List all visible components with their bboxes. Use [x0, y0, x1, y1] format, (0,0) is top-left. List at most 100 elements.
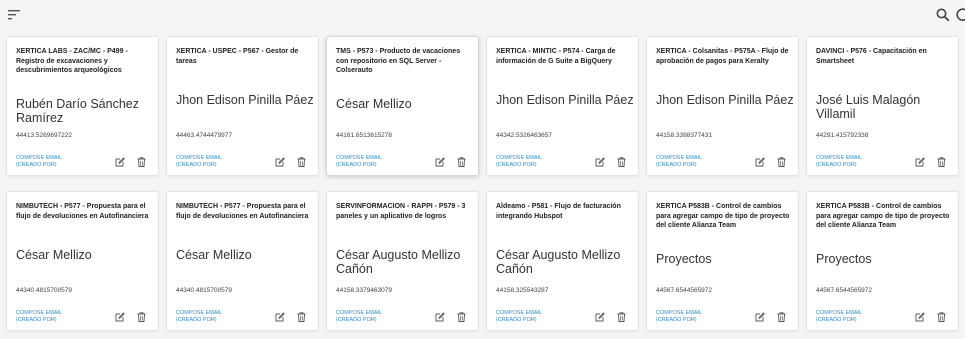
refresh-icon[interactable] — [956, 8, 965, 22]
compose-email-label: Compose Email — [176, 155, 223, 161]
compose-email-label: Compose Email — [336, 310, 383, 316]
delete-icon[interactable] — [777, 157, 786, 167]
card-id: 44413.5269697222 — [16, 132, 73, 139]
card-id: 44158.3398377431 — [656, 132, 713, 139]
card-owner-name: César Mellizo — [16, 248, 92, 262]
project-card[interactable]: XERTICA P583B - Control de cambios para … — [646, 191, 799, 331]
creado-por-label: (Creado por) — [656, 317, 697, 323]
card-owner-name: Proyectos — [656, 252, 712, 266]
project-card[interactable]: XERTICA - USPEC - P567 - Gestor de tarea… — [166, 36, 319, 176]
edit-icon[interactable] — [275, 157, 285, 167]
card-id: 44161.6513615278 — [336, 132, 393, 139]
card-title: XERTICA LABS - ZAC/MC - P499 - Registro … — [16, 48, 128, 74]
edit-icon[interactable] — [595, 157, 605, 167]
compose-email-label: Compose Email — [816, 155, 863, 161]
creado-por-label: (Creado por) — [16, 162, 57, 168]
edit-icon[interactable] — [115, 312, 125, 322]
delete-icon[interactable] — [457, 157, 466, 167]
compose-email-link[interactable]: Compose Email (Creado por) — [816, 155, 862, 169]
edit-icon[interactable] — [435, 312, 445, 322]
compose-email-link[interactable]: Compose Email (Creado por) — [656, 155, 702, 169]
card-owner-name: Jhon Edison Pinilla Páez — [656, 93, 794, 107]
project-card[interactable]: Aldeamo - P581 - Flujo de facturación in… — [486, 191, 639, 331]
delete-icon[interactable] — [937, 312, 946, 322]
compose-email-label: Compose Email — [496, 155, 543, 161]
project-card[interactable]: TMS - P573 - Producto de vacaciones con … — [326, 36, 479, 176]
compose-email-label: Compose Email — [16, 310, 63, 316]
card-owner-name: Proyectos — [816, 252, 872, 266]
delete-icon[interactable] — [777, 312, 786, 322]
compose-email-label: Compose Email — [656, 310, 703, 316]
project-card[interactable]: SERVINFORMACION - RAPPI - P579 - 3 panel… — [326, 191, 479, 331]
compose-email-label: Compose Email — [656, 155, 703, 161]
compose-email-link[interactable]: Compose Email (Creado por) — [336, 155, 382, 169]
card-owner-name: César Augusto Mellizo Cañón — [336, 248, 461, 276]
card-id: 44340.4815700579 — [16, 287, 73, 294]
creado-por-label: (Creado por) — [816, 162, 857, 168]
card-title: XERTICA - Colsanitas - P575A - Flujo de … — [656, 48, 789, 65]
card-id: 44340.4815700579 — [176, 287, 233, 294]
edit-icon[interactable] — [115, 157, 125, 167]
project-card[interactable]: XERTICA LABS - ZAC/MC - P499 - Registro … — [6, 36, 159, 176]
compose-email-label: Compose Email — [16, 155, 63, 161]
creado-por-label: (Creado por) — [496, 162, 537, 168]
edit-icon[interactable] — [915, 312, 925, 322]
creado-por-label: (Creado por) — [16, 317, 57, 323]
card-id: 44567.6544565972 — [816, 287, 873, 294]
edit-icon[interactable] — [915, 157, 925, 167]
card-title: TMS - P573 - Producto de vacaciones con … — [336, 48, 461, 74]
project-card[interactable]: XERTICA P583B - Control de cambios para … — [806, 191, 959, 331]
compose-email-link[interactable]: Compose Email (Creado por) — [176, 155, 222, 169]
compose-email-label: Compose Email — [496, 310, 543, 316]
edit-icon[interactable] — [755, 157, 765, 167]
delete-icon[interactable] — [137, 157, 146, 167]
edit-icon[interactable] — [595, 312, 605, 322]
project-card[interactable]: XERTICA - MINTIC - P574 - Carga de infor… — [486, 36, 639, 176]
card-id: 44158.3379463079 — [336, 287, 393, 294]
delete-icon[interactable] — [297, 312, 306, 322]
card-grid: XERTICA LABS - ZAC/MC - P499 - Registro … — [6, 36, 959, 331]
delete-icon[interactable] — [617, 157, 626, 167]
project-card[interactable]: XERTICA - Colsanitas - P575A - Flujo de … — [646, 36, 799, 176]
card-id: 44342.5326463657 — [496, 132, 553, 139]
card-id: 44567.6544565972 — [656, 287, 713, 294]
edit-icon[interactable] — [435, 157, 445, 167]
compose-email-link[interactable]: Compose Email (Creado por) — [336, 310, 382, 324]
search-icon[interactable] — [936, 8, 950, 22]
creado-por-label: (Creado por) — [176, 162, 217, 168]
compose-email-link[interactable]: Compose Email (Creado por) — [496, 310, 542, 324]
compose-email-link[interactable]: Compose Email (Creado por) — [176, 310, 222, 324]
edit-icon[interactable] — [755, 312, 765, 322]
compose-email-link[interactable]: Compose Email (Creado por) — [16, 155, 62, 169]
project-card[interactable]: NIMBUTECH - P577 - Propuesta para el flu… — [166, 191, 319, 331]
compose-email-label: Compose Email — [816, 310, 863, 316]
top-toolbar — [0, 0, 965, 30]
delete-icon[interactable] — [137, 312, 146, 322]
sort-menu-icon[interactable] — [8, 10, 20, 20]
card-title: XERTICA P583B - Control de cambios para … — [656, 203, 790, 229]
card-title: NIMBUTECH - P577 - Propuesta para el flu… — [16, 203, 149, 220]
compose-email-label: Compose Email — [176, 310, 223, 316]
card-title: Aldeamo - P581 - Flujo de facturación in… — [496, 203, 621, 220]
card-owner-name: Jhon Edison Pinilla Páez — [496, 93, 634, 107]
card-owner-name: César Mellizo — [336, 97, 412, 111]
project-card[interactable]: NIMBUTECH - P577 - Propuesta para el flu… — [6, 191, 159, 331]
card-owner-name: César Augusto Mellizo Cañón — [496, 248, 621, 276]
compose-email-link[interactable]: Compose Email (Creado por) — [656, 310, 702, 324]
card-title: XERTICA - USPEC - P567 - Gestor de tarea… — [176, 48, 299, 65]
edit-icon[interactable] — [275, 312, 285, 322]
compose-email-link[interactable]: Compose Email (Creado por) — [816, 310, 862, 324]
compose-email-link[interactable]: Compose Email (Creado por) — [496, 155, 542, 169]
delete-icon[interactable] — [617, 312, 626, 322]
card-id: 44158.325543287 — [496, 287, 549, 294]
card-id: 44463.4744479977 — [176, 132, 233, 139]
compose-email-link[interactable]: Compose Email (Creado por) — [16, 310, 62, 324]
creado-por-label: (Creado por) — [336, 317, 377, 323]
delete-icon[interactable] — [297, 157, 306, 167]
card-title: SERVINFORMACION - RAPPI - P579 - 3 panel… — [336, 203, 466, 220]
creado-por-label: (Creado por) — [176, 317, 217, 323]
delete-icon[interactable] — [937, 157, 946, 167]
project-card[interactable]: DAVINCI - P576 - Capacitación en Smartsh… — [806, 36, 959, 176]
delete-icon[interactable] — [457, 312, 466, 322]
card-owner-name: César Mellizo — [176, 248, 252, 262]
